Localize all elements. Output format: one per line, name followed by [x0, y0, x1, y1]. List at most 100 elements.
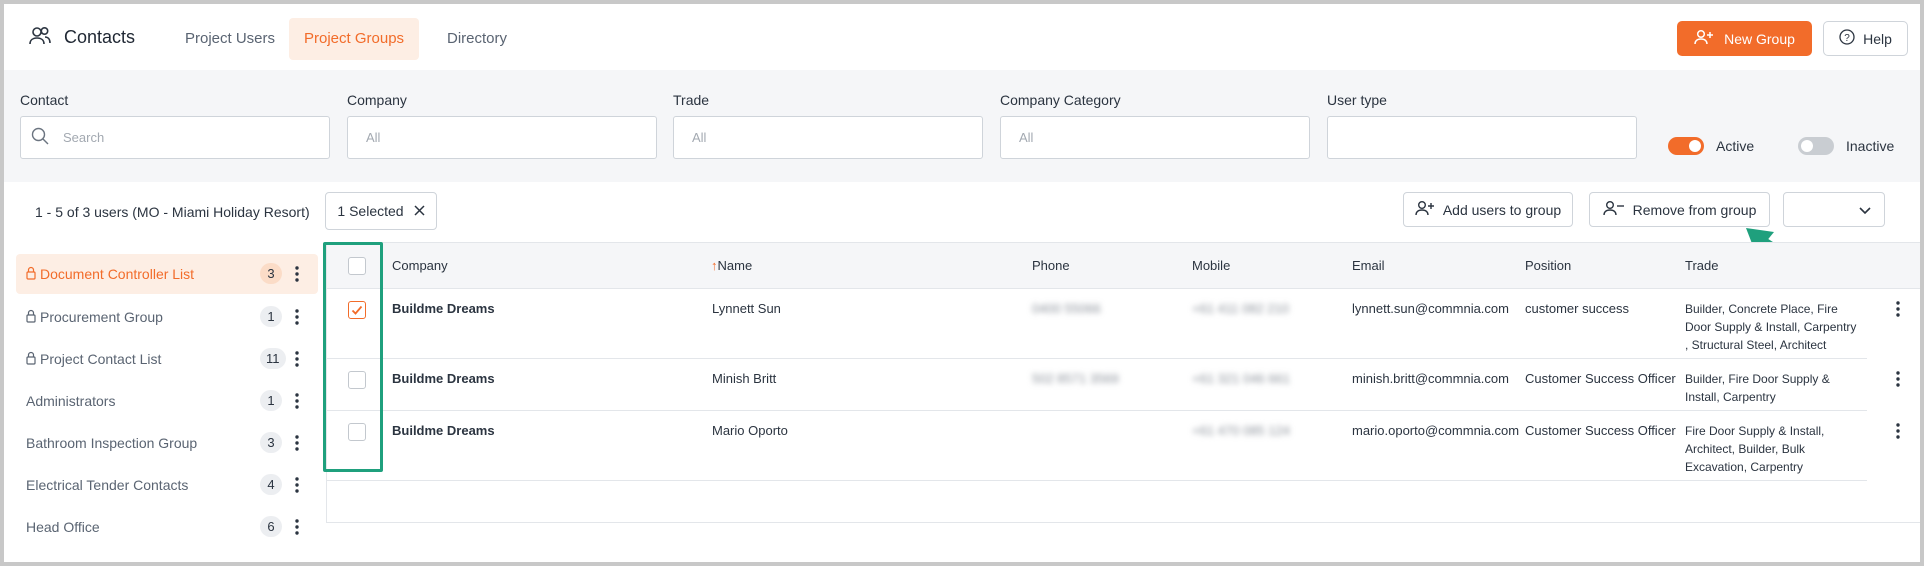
column-header-name-label: Name [717, 258, 753, 273]
more-vertical-icon[interactable] [294, 476, 300, 494]
search-icon [31, 127, 49, 148]
cell-company: Buildme Dreams [392, 371, 495, 386]
chevron-down-icon [1858, 203, 1872, 220]
sidebar-item-label: Administrators [26, 393, 116, 409]
active-label: Active [1716, 138, 1755, 154]
page-title: Contacts [64, 27, 136, 47]
column-header-position[interactable]: Position [1525, 258, 1571, 273]
company-category-select-value: All [1019, 130, 1034, 145]
sidebar-item-bathroom-inspection-group[interactable]: Bathroom Inspection Group 3 [16, 423, 318, 463]
column-header-company[interactable]: Company [392, 258, 448, 273]
cell-phone: 0400 55066 [1032, 301, 1101, 316]
sidebar-item-label: Bathroom Inspection Group [26, 435, 198, 451]
cell-company: Buildme Dreams [392, 301, 495, 316]
active-switch[interactable] [1668, 137, 1704, 155]
sidebar-item-electrical-tender-contacts[interactable]: Electrical Tender Contacts 4 [16, 465, 318, 505]
cell-name: Minish Britt [712, 371, 777, 386]
trade-line: , Structural Steel, Architect [1685, 338, 1827, 352]
filter-bar: Contact Search Company All Trade All Com… [4, 70, 1920, 182]
count-badge: 6 [260, 516, 282, 537]
sidebar-item-head-office[interactable]: Head Office 6 [16, 507, 318, 547]
selected-chip[interactable]: 1 Selected [325, 192, 437, 230]
trade-line: Install, Carpentry [1685, 390, 1776, 404]
help-icon: ? [1839, 29, 1855, 48]
column-header-trade[interactable]: Trade [1685, 258, 1718, 273]
count-badge: 1 [260, 306, 282, 327]
company-select-value: All [366, 130, 381, 145]
new-group-button[interactable]: New Group [1677, 21, 1812, 56]
remove-label: Remove from group [1632, 201, 1757, 218]
sidebar-item-administrators[interactable]: Administrators 1 [16, 381, 318, 421]
sidebar-item-document-controller-list[interactable]: Document Controller List 3 [16, 254, 318, 294]
remove-from-group-button[interactable]: Remove from group [1589, 192, 1770, 227]
trade-select[interactable]: All [673, 116, 983, 159]
cell-phone: 502 8571 3569 [1032, 371, 1119, 386]
tab-directory[interactable]: Directory [432, 18, 522, 60]
users-table: Company ↑Name Phone Mobile Email Positio… [326, 242, 1920, 523]
user-type-select[interactable] [1327, 116, 1637, 159]
sidebar-item-label: Project Contact List [40, 351, 162, 367]
cell-email: minish.britt@commnia.com [1352, 371, 1509, 386]
more-vertical-icon[interactable] [1895, 422, 1901, 440]
sidebar-item-label: Procurement Group [40, 309, 163, 325]
cell-position: Customer Success Officer [1525, 423, 1676, 438]
trade-line: Door Supply & Install, Carpentry [1685, 320, 1857, 334]
lock-icon [26, 266, 36, 283]
checkbox-column-highlight [323, 242, 383, 472]
sidebar-item-project-contact-list[interactable]: Project Contact List 11 [16, 339, 318, 379]
cell-trade: Builder, Fire Door Supply & Install, Car… [1685, 370, 1830, 406]
cell-position: Customer Success Officer [1525, 371, 1676, 386]
more-vertical-icon[interactable] [1895, 300, 1901, 318]
more-vertical-icon[interactable] [294, 518, 300, 536]
cell-name: Lynnett Sun [712, 301, 781, 316]
help-button[interactable]: ? Help [1823, 21, 1908, 56]
trade-line: Builder, Concrete Place, Fire [1685, 302, 1838, 316]
selected-label: 1 Selected [337, 203, 404, 219]
more-vertical-icon[interactable] [294, 308, 300, 326]
add-user-icon [1694, 29, 1714, 48]
table-row[interactable]: Buildme Dreams Minish Britt 502 8571 356… [327, 359, 1900, 411]
tab-project-users[interactable]: Project Users [170, 18, 290, 60]
lock-icon [26, 309, 36, 326]
column-header-name[interactable]: ↑Name [711, 258, 752, 273]
trade-line: Excavation, Carpentry [1685, 460, 1804, 474]
cell-trade: Fire Door Supply & Install, Architect, B… [1685, 422, 1824, 476]
more-vertical-icon[interactable] [1895, 370, 1901, 388]
more-vertical-icon[interactable] [294, 265, 300, 283]
close-icon[interactable] [414, 203, 425, 219]
inactive-toggle[interactable]: Inactive [1798, 137, 1894, 155]
add-user-icon [1415, 200, 1435, 219]
cell-mobile: +61 321 046 661 [1192, 371, 1290, 386]
active-toggle[interactable]: Active [1668, 137, 1754, 155]
count-badge: 4 [260, 474, 282, 495]
company-category-select[interactable]: All [1000, 116, 1310, 159]
actions-dropdown[interactable] [1783, 192, 1885, 227]
add-users-label: Add users to group [1442, 201, 1562, 218]
svg-text:?: ? [1844, 33, 1850, 44]
table-row[interactable]: Buildme Dreams Mario Oporto +61 470 085 … [327, 411, 1900, 481]
user-type-filter: User type [1327, 92, 1637, 159]
column-header-email[interactable]: Email [1352, 258, 1385, 273]
table-row[interactable]: Buildme Dreams Lynnett Sun 0400 55066 +6… [327, 289, 1900, 359]
sidebar-item-label: Document Controller List [40, 266, 195, 282]
results-count: 1 - 5 of 3 users (MO - Miami Holiday Res… [35, 204, 310, 220]
cell-email: lynnett.sun@commnia.com [1352, 301, 1509, 316]
trade-select-value: All [692, 130, 707, 145]
trade-line: Builder, Fire Door Supply & [1685, 372, 1830, 386]
cell-position: customer success [1525, 301, 1630, 316]
column-header-phone[interactable]: Phone [1032, 258, 1070, 273]
sidebar-item-procurement-group[interactable]: Procurement Group 1 [16, 297, 318, 337]
company-select[interactable]: All [347, 116, 657, 159]
count-badge: 11 [260, 348, 286, 369]
more-vertical-icon[interactable] [294, 350, 300, 368]
table-header: Company ↑Name Phone Mobile Email Positio… [327, 243, 1920, 289]
more-vertical-icon[interactable] [294, 434, 300, 452]
column-header-mobile[interactable]: Mobile [1192, 258, 1230, 273]
inactive-switch[interactable] [1798, 137, 1834, 155]
more-vertical-icon[interactable] [294, 392, 300, 410]
sidebar-item-label: Head Office [26, 519, 100, 535]
count-badge: 3 [260, 432, 282, 453]
tab-project-groups[interactable]: Project Groups [289, 18, 420, 60]
add-users-to-group-button[interactable]: Add users to group [1403, 192, 1573, 227]
contact-search-input[interactable]: Search [20, 116, 330, 159]
